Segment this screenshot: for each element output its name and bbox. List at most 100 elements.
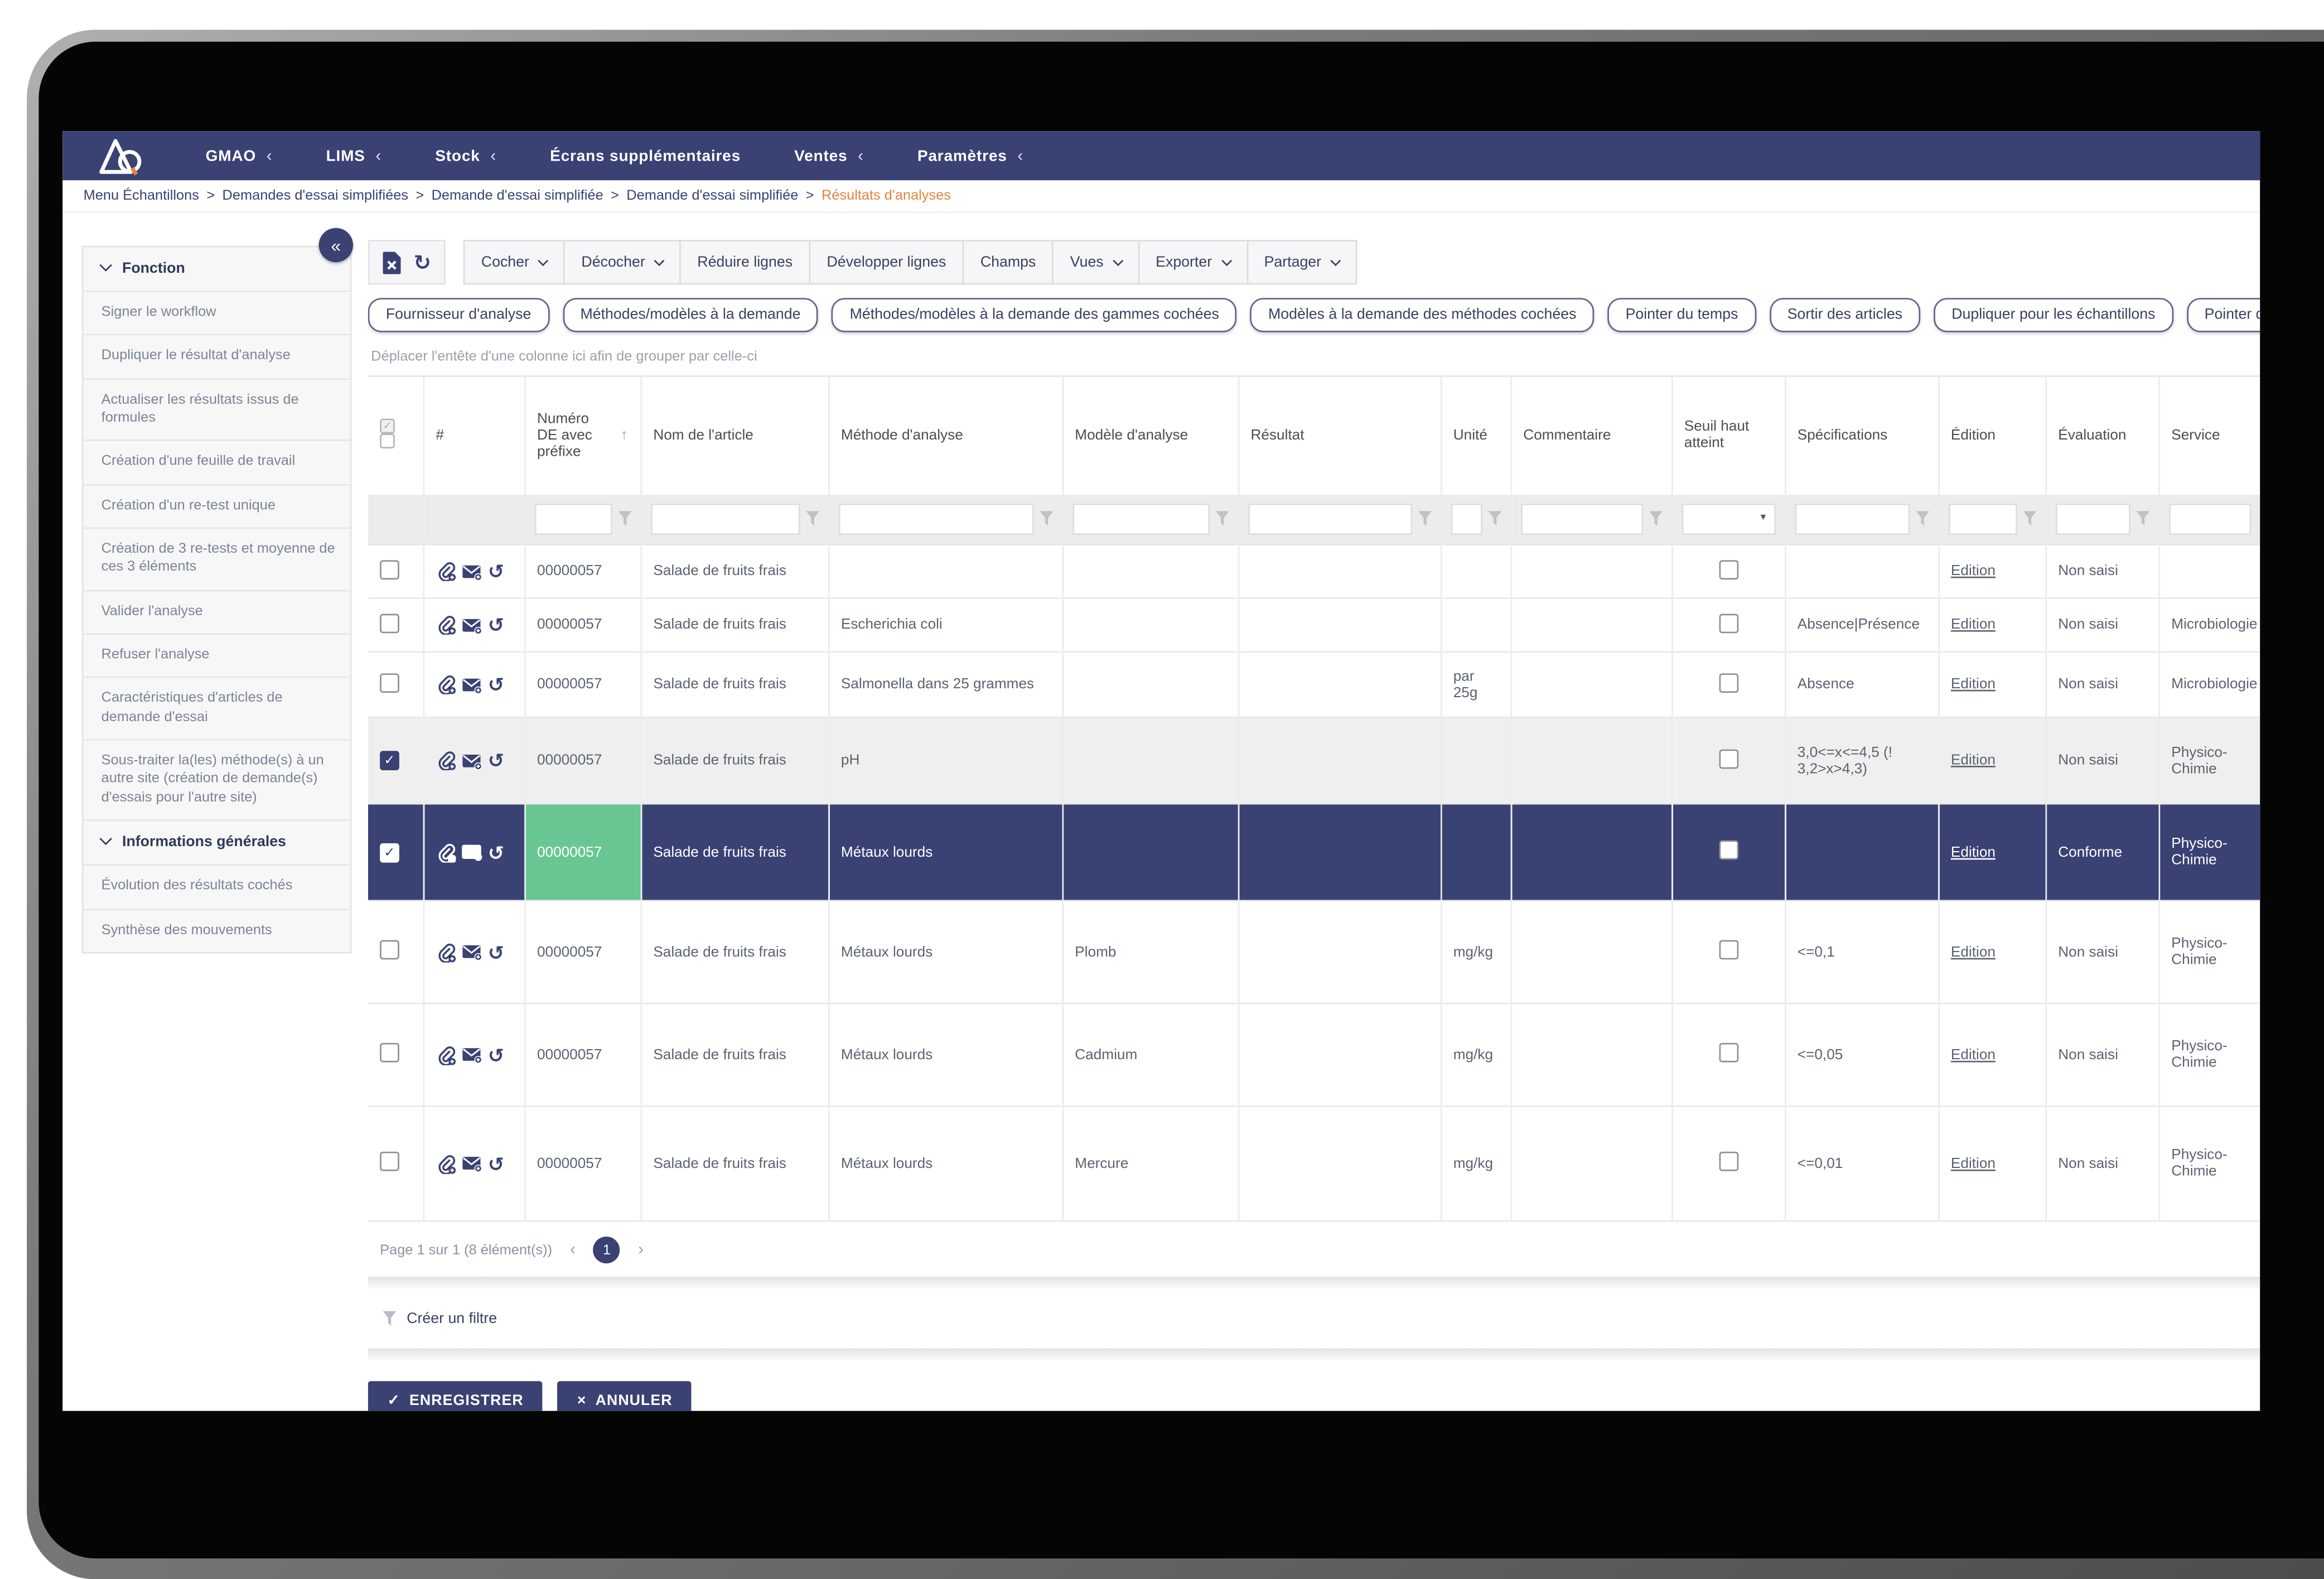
attach-icon[interactable] [436,1154,455,1174]
sidebar-item[interactable]: Signer le workflow [84,291,350,334]
table-row[interactable]: ↺ 00000057 Salade de fruits frais Métaux… [368,1106,2260,1221]
cell-resultat[interactable] [1238,717,1441,804]
fournisseur-analyse-chip[interactable]: Fournisseur d'analyse [368,298,549,332]
history-icon[interactable]: ↺ [488,943,504,962]
modeles-methodes-cochees-chip[interactable]: Modèles à la demande des méthodes cochée… [1250,298,1595,332]
row-checkbox[interactable] [380,613,399,632]
row-checkbox[interactable]: ✓ [380,751,399,770]
mail-icon[interactable] [461,1046,482,1064]
col-commentaire[interactable]: Commentaire [1511,376,1671,494]
attach-icon[interactable] [436,562,455,581]
edition-link[interactable]: Edition [1951,752,1996,769]
col-specifications[interactable]: Spécifications [1785,376,1938,494]
sidebar-collapse-button[interactable]: « [319,228,353,262]
next-page-icon[interactable]: › [638,1241,644,1259]
filter-service-input[interactable] [2168,503,2250,534]
filter-edition-input[interactable] [1948,503,2017,534]
col-seuil[interactable]: Seuil haut atteint [1671,376,1785,494]
cell-commentaire[interactable] [1511,598,1671,651]
attach-icon[interactable] [436,751,455,770]
col-evaluation[interactable]: Évaluation [2046,376,2159,494]
cancel-button[interactable]: ×ANNULER [558,1381,692,1411]
mail-icon[interactable] [461,562,482,580]
funnel-icon[interactable] [1215,511,1228,527]
col-edition[interactable]: Édition [1938,376,2045,494]
sidebar-section-fonction[interactable]: Fonction [84,247,350,290]
funnel-icon[interactable] [1487,511,1501,527]
funnel-icon[interactable] [1649,511,1662,527]
row-checkbox[interactable] [380,559,399,579]
row-checkbox[interactable] [380,1152,399,1171]
col-unite[interactable]: Unité [1441,376,1511,494]
edition-link[interactable]: Edition [1951,844,1996,860]
cell-commentaire[interactable] [1511,652,1671,718]
table-row[interactable]: ✓ [368,804,2260,901]
exporter-button[interactable]: Exporter [1138,240,1248,284]
row-checkbox[interactable] [380,1043,399,1063]
sidebar-item[interactable]: Synthèse des mouvements [84,908,350,952]
edition-link[interactable]: Edition [1951,563,1996,580]
methodes-modeles-chip[interactable]: Méthodes/modèles à la demande [562,298,818,332]
breadcrumb-item[interactable]: Demande d'essai simplifiée [432,188,603,204]
sidebar-item[interactable]: Valider l'analyse [84,590,350,633]
sidebar-section-infos[interactable]: Informations générales [84,820,350,865]
col-methode[interactable]: Méthode d'analyse [828,376,1062,494]
pointer-temps-chip[interactable]: Pointer du temps [1608,298,1756,332]
filter-commentaire-input[interactable] [1520,503,1642,534]
edition-link[interactable]: Edition [1951,944,1996,960]
mail-icon[interactable] [461,752,482,770]
filter-resultat-input[interactable] [1248,503,1412,534]
seuil-checkbox[interactable] [1718,613,1738,632]
attach-icon[interactable] [436,1045,455,1065]
history-icon[interactable]: ↺ [488,843,504,862]
cell-resultat[interactable] [1238,804,1441,901]
seuil-checkbox[interactable] [1718,1043,1738,1063]
sidebar-item[interactable]: Caractéristiques d'articles de demande d… [84,677,350,739]
sidebar-item[interactable]: Refuser l'analyse [84,634,350,677]
mail-icon[interactable] [461,843,482,861]
attach-icon[interactable] [436,615,455,635]
sidebar-item[interactable]: Dupliquer le résultat d'analyse [84,334,350,378]
sidebar-item[interactable]: Évolution des résultats cochés [84,865,350,908]
table-row[interactable]: ✓ [368,717,2260,804]
funnel-icon[interactable] [2135,511,2149,527]
filter-evaluation-input[interactable] [2055,503,2130,534]
excel-export-icon[interactable] [382,251,400,273]
funnel-icon[interactable] [1915,511,1929,527]
refresh-icon[interactable]: ↻ [414,252,431,272]
seuil-checkbox[interactable] [1718,841,1738,860]
row-checkbox[interactable]: ✓ [380,843,399,862]
methodes-gammes-cochees-chip[interactable]: Méthodes/modèles à la demande des gammes… [832,298,1237,332]
sidebar-item[interactable]: Création d'un re-test unique [84,484,350,527]
funnel-icon[interactable] [1418,511,1431,527]
col-modele[interactable]: Modèle d'analyse [1062,376,1238,494]
mail-icon[interactable] [461,616,482,634]
partager-button[interactable]: Partager [1246,240,1357,284]
history-icon[interactable]: ↺ [488,562,504,581]
cell-commentaire[interactable] [1511,1106,1671,1221]
menu-gmao[interactable]: GMAO‹ [206,147,273,165]
sidebar-item[interactable]: Sous-traiter la(les) méthode(s) à un aut… [84,739,350,819]
history-icon[interactable]: ↺ [488,615,504,635]
funnel-icon[interactable] [805,511,819,527]
seuil-checkbox[interactable] [1718,1152,1738,1171]
cell-resultat[interactable] [1238,544,1441,598]
cell-commentaire[interactable] [1511,544,1671,598]
col-resultat[interactable]: Résultat [1238,376,1441,494]
menu-lims[interactable]: LIMS‹ [326,147,382,165]
col-service[interactable]: Service [2159,376,2260,494]
col-numero[interactable]: Numéro DE avec préfixe↑ [524,376,640,494]
filter-numero-input[interactable] [534,503,612,534]
mail-icon[interactable] [461,675,482,693]
sortir-articles-chip[interactable]: Sortir des articles [1770,298,1920,332]
seuil-checkbox[interactable] [1718,559,1738,579]
filter-methode-input[interactable] [838,503,1033,534]
cell-commentaire[interactable] [1511,1003,1671,1106]
decocher-button[interactable]: Décocher [563,240,681,284]
cell-resultat[interactable] [1238,598,1441,651]
table-row[interactable]: ↺ 00000057 Salade de fruits frais Escher… [368,598,2260,651]
select-none-checkbox[interactable] [380,434,395,449]
filter-unite-input[interactable] [1450,503,1481,534]
seuil-checkbox[interactable] [1718,940,1738,960]
cell-resultat[interactable] [1238,652,1441,718]
